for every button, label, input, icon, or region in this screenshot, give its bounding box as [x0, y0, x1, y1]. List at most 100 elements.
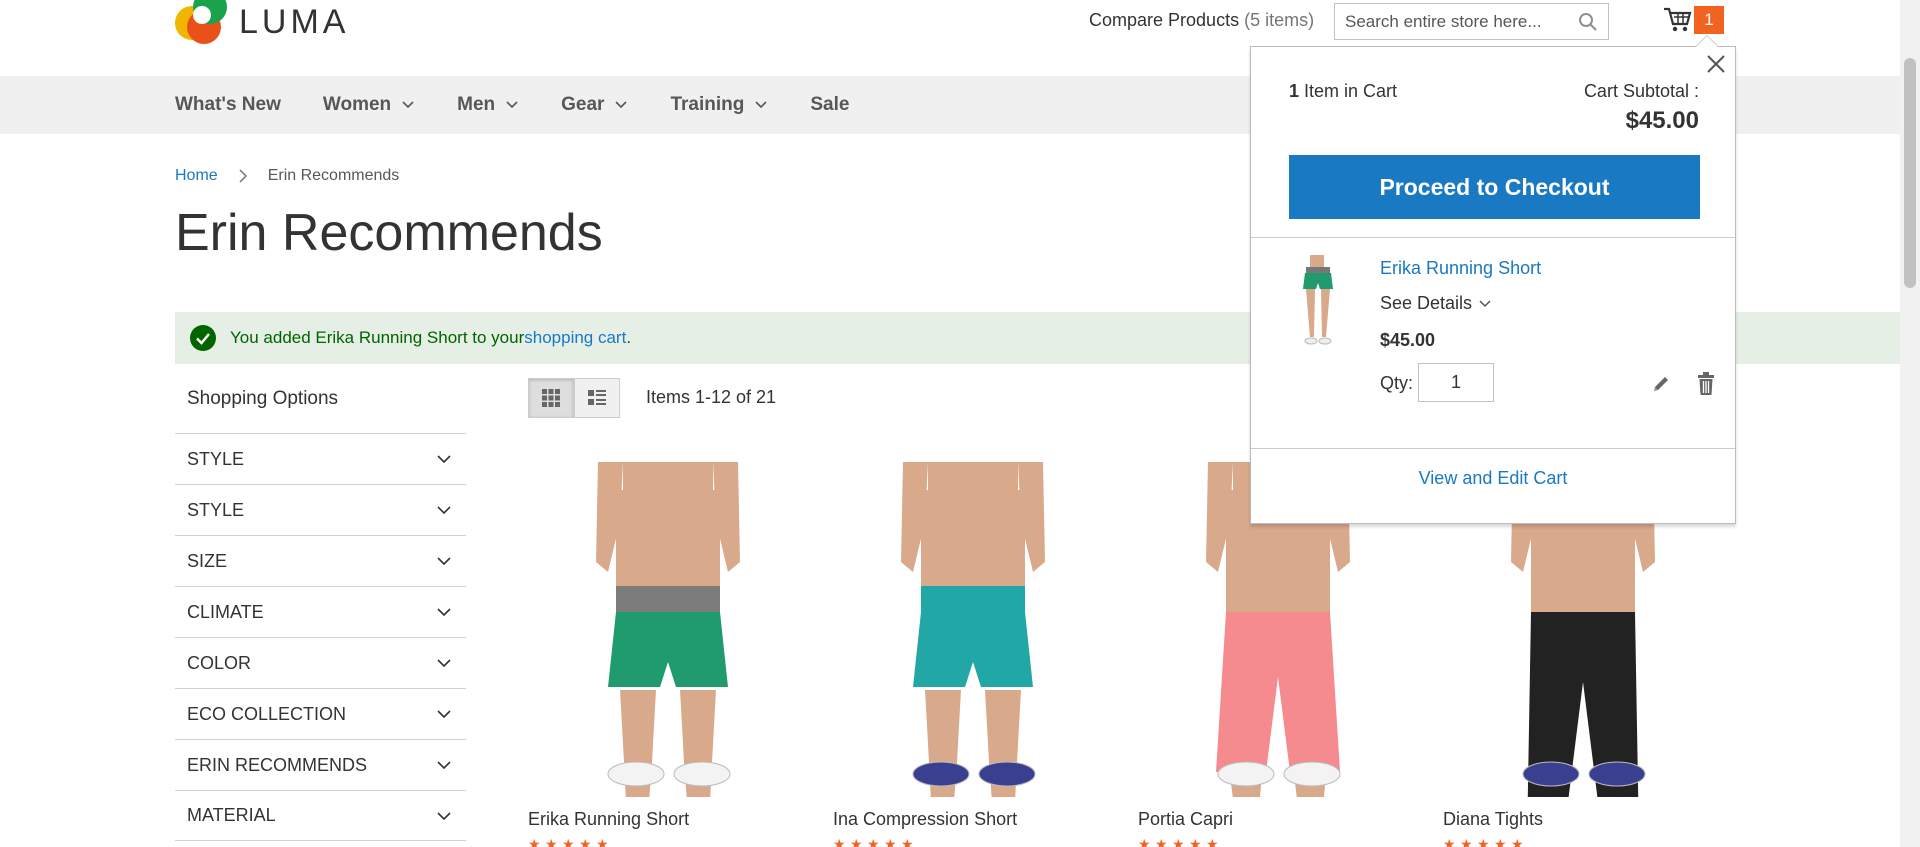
nav-item-gear[interactable]: Gear: [561, 94, 628, 116]
search-input[interactable]: [1335, 11, 1565, 32]
pencil-icon[interactable]: [1651, 374, 1671, 394]
product-image[interactable]: [833, 462, 1113, 842]
product-name[interactable]: Diana Tights: [1443, 809, 1543, 830]
breadcrumb-home[interactable]: Home: [175, 167, 218, 185]
breadcrumb-current: Erin Recommends: [267, 167, 400, 184]
filter-label: STYLE: [187, 499, 245, 520]
nav-list: What's New Women Men Gear Training Sale: [175, 76, 891, 134]
compare-products-link[interactable]: Compare Products (5 items): [1089, 10, 1314, 31]
see-details-toggle[interactable]: See Details: [1380, 293, 1492, 314]
close-icon[interactable]: [1705, 53, 1727, 75]
filter-label: SIZE: [187, 550, 228, 571]
minicart-items-count: 1 Item in Cart: [1289, 81, 1397, 102]
search-icon[interactable]: [1578, 12, 1598, 32]
cart-icon[interactable]: [1662, 4, 1692, 34]
qty-label: Qty:: [1380, 373, 1414, 393]
filter-item[interactable]: COLOR: [175, 637, 466, 688]
list-view-button[interactable]: [574, 378, 620, 418]
filter-label: STYLE: [187, 448, 245, 469]
nav-item-label: What's New: [175, 94, 281, 115]
cart-subtotal-value: $45.00: [1625, 107, 1699, 134]
filter-label: ERIN RECOMMENDS: [187, 754, 368, 775]
filter-label: MATERIAL: [187, 805, 276, 825]
chevron-down-icon: [615, 101, 628, 109]
minicart-divider: [1251, 237, 1735, 238]
product-name[interactable]: Ina Compression Short: [833, 809, 1017, 830]
minicart-product-thumbnail[interactable]: [1293, 255, 1343, 351]
chevron-down-icon: [755, 101, 767, 109]
chevron-down-icon: [437, 659, 451, 668]
filter-label: ECO COLLECTION: [187, 703, 347, 724]
cart-count-badge[interactable]: 1: [1694, 6, 1724, 34]
filter-item[interactable]: STYLE: [175, 433, 466, 484]
page: LUMA Compare Products (5 items) 1 What's…: [0, 0, 1920, 847]
filter-label: COLOR: [187, 652, 252, 673]
shopping-options-title: Shopping Options: [187, 388, 339, 409]
minicart-caret: [1695, 35, 1719, 47]
cart-subtotal-label: Cart Subtotal :: [1583, 81, 1699, 101]
page-title: Erin Recommends: [175, 204, 603, 262]
filter-item[interactable]: ECO COLLECTION: [175, 688, 466, 739]
chevron-down-icon: [437, 608, 451, 617]
minicart-product-name[interactable]: Erika Running Short: [1380, 258, 1541, 279]
message-text: You added Erika Running Short to your: [230, 328, 525, 347]
view-mode-switcher: [528, 378, 620, 418]
filter-label: CLIMATE: [187, 601, 264, 622]
minicart-divider: [1251, 448, 1735, 449]
minicart-count: 1: [1289, 81, 1300, 101]
filter-item[interactable]: STYLE: [175, 484, 466, 535]
trash-icon[interactable]: [1696, 372, 1716, 396]
chevron-down-icon: [437, 506, 451, 515]
minicart-items-label: Item in Cart: [1304, 81, 1398, 101]
chevron-down-icon: [437, 811, 451, 820]
product-item[interactable]: Ina Compression Short ★ ★ ★ ★ ★: [833, 462, 1113, 847]
nav-item-label: Sale: [810, 94, 850, 115]
product-item[interactable]: Erika Running Short ★ ★ ★ ★ ★: [528, 462, 808, 847]
list-icon: [588, 390, 606, 405]
chevron-down-icon: [437, 710, 451, 719]
filter-item[interactable]: MATERIAL: [175, 790, 466, 841]
scrollbar-thumb[interactable]: [1904, 58, 1916, 288]
nav-item-sale[interactable]: Sale: [810, 94, 849, 116]
breadcrumb-separator-icon: [239, 169, 247, 183]
rating-stars: ★ ★ ★ ★ ★: [528, 836, 609, 847]
grid-view-button[interactable]: [528, 378, 574, 418]
logo-text: LUMA: [239, 2, 350, 41]
compare-label: Compare Products: [1089, 10, 1240, 30]
filter-item[interactable]: SIZE: [175, 535, 466, 586]
product-image[interactable]: [528, 462, 808, 842]
chevron-down-icon: [506, 101, 518, 109]
proceed-to-checkout-button[interactable]: Proceed to Checkout: [1289, 155, 1700, 219]
minicart-item-price: $45.00: [1380, 330, 1436, 350]
toolbar-amount: Items 1-12 of 21: [646, 387, 777, 407]
nav-item-label: Women: [322, 94, 392, 115]
see-details-label: See Details: [1380, 293, 1473, 313]
chevron-down-icon: [1479, 299, 1491, 307]
chevron-down-icon: [437, 761, 451, 770]
search-box: [1334, 3, 1609, 40]
rating-stars: ★ ★ ★ ★ ★: [833, 836, 914, 847]
rating-stars: ★ ★ ★ ★ ★: [1443, 836, 1524, 847]
filter-item[interactable]: CLIMATE: [175, 586, 466, 637]
nav-item-what-s-new[interactable]: What's New: [175, 94, 281, 116]
filter-list: STYLE STYLE SIZE CLIMATE COLOR ECO COLLECTION…: [175, 433, 466, 841]
luma-logo-icon: [175, 0, 231, 44]
luma-logo[interactable]: LUMA: [175, 0, 349, 44]
nav-item-women[interactable]: Women: [323, 94, 415, 116]
filter-item[interactable]: ERIN RECOMMENDS: [175, 739, 466, 790]
nav-item-men[interactable]: Men: [457, 94, 519, 116]
product-name[interactable]: Portia Capri: [1138, 809, 1233, 830]
breadcrumb: Home Erin Recommends: [175, 167, 399, 185]
nav-item-label: Gear: [561, 94, 605, 115]
shopping-cart-link[interactable]: shopping cart: [524, 328, 626, 348]
product-name[interactable]: Erika Running Short: [528, 809, 689, 830]
page-scrollbar[interactable]: [1900, 0, 1920, 847]
chevron-down-icon: [402, 101, 414, 109]
success-check-icon: [190, 325, 216, 351]
message-suffix: .: [626, 328, 632, 347]
nav-item-training[interactable]: Training: [670, 94, 768, 116]
qty-input[interactable]: [1418, 363, 1494, 402]
nav-item-label: Training: [670, 94, 745, 115]
nav-item-label: Men: [457, 94, 496, 115]
view-and-edit-cart-link[interactable]: View and Edit Cart: [1251, 468, 1735, 489]
